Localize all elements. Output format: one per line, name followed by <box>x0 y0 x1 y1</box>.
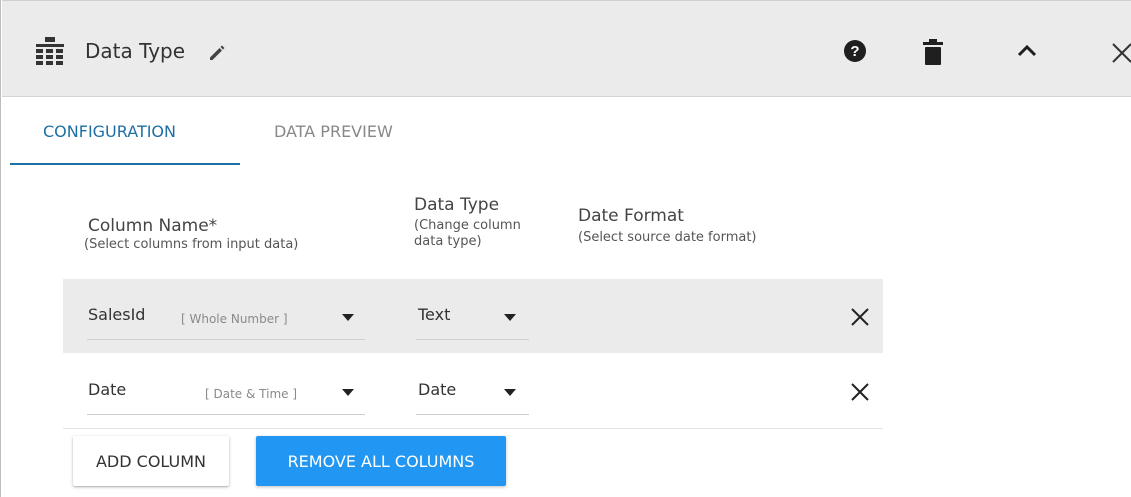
svg-text:?: ? <box>850 43 859 60</box>
tab-configuration[interactable]: CONFIGURATION <box>43 122 176 142</box>
help-circle-icon[interactable]: ? <box>843 39 867 63</box>
pencil-icon[interactable] <box>208 44 226 62</box>
column-row: Date [ Date & Time ] Date <box>63 354 883 429</box>
column-row: SalesId [ Whole Number ] Text <box>63 279 883 353</box>
chevron-up-icon[interactable] <box>1017 44 1037 58</box>
active-tab-indicator <box>10 163 240 165</box>
hierarchy-icon <box>36 37 64 65</box>
panel-title: Data Type <box>85 39 186 63</box>
add-column-button[interactable]: ADD COLUMN <box>73 436 229 486</box>
column-source-type: [ Date & Time ] <box>205 387 298 401</box>
data-type-panel: Data Type ? CONFIGURATION DATA PREVIEW C… <box>0 0 1131 497</box>
column-name-header: Column Name* <box>88 216 218 236</box>
column-select-value[interactable]: SalesId <box>88 305 145 324</box>
chevron-down-icon[interactable] <box>504 389 516 397</box>
remove-row-icon[interactable] <box>851 308 869 326</box>
chevron-down-icon[interactable] <box>342 389 354 397</box>
data-type-hint: (Change column data type) <box>414 218 521 249</box>
data-type-header: Data Type <box>414 195 500 215</box>
trash-icon[interactable] <box>923 39 943 65</box>
data-type-select-underline <box>416 414 529 415</box>
data-type-select-value[interactable]: Date <box>418 380 456 399</box>
column-source-type: [ Whole Number ] <box>181 312 288 326</box>
chevron-down-icon[interactable] <box>342 314 354 322</box>
date-format-header: Date Format <box>578 206 684 226</box>
date-format-hint: (Select source date format) <box>578 230 757 245</box>
remove-row-icon[interactable] <box>851 383 869 401</box>
column-select-value[interactable]: Date <box>88 380 126 399</box>
tab-data-preview[interactable]: DATA PREVIEW <box>274 122 393 142</box>
panel-header: Data Type ? <box>2 0 1131 97</box>
close-icon[interactable] <box>1111 42 1131 64</box>
column-name-hint: (Select columns from input data) <box>84 237 299 252</box>
column-select-underline <box>87 339 365 340</box>
chevron-down-icon[interactable] <box>504 314 516 322</box>
column-select-underline <box>87 414 365 415</box>
remove-all-columns-button[interactable]: REMOVE ALL COLUMNS <box>256 436 506 486</box>
data-type-select-value[interactable]: Text <box>418 305 450 324</box>
data-type-select-underline <box>416 339 529 340</box>
